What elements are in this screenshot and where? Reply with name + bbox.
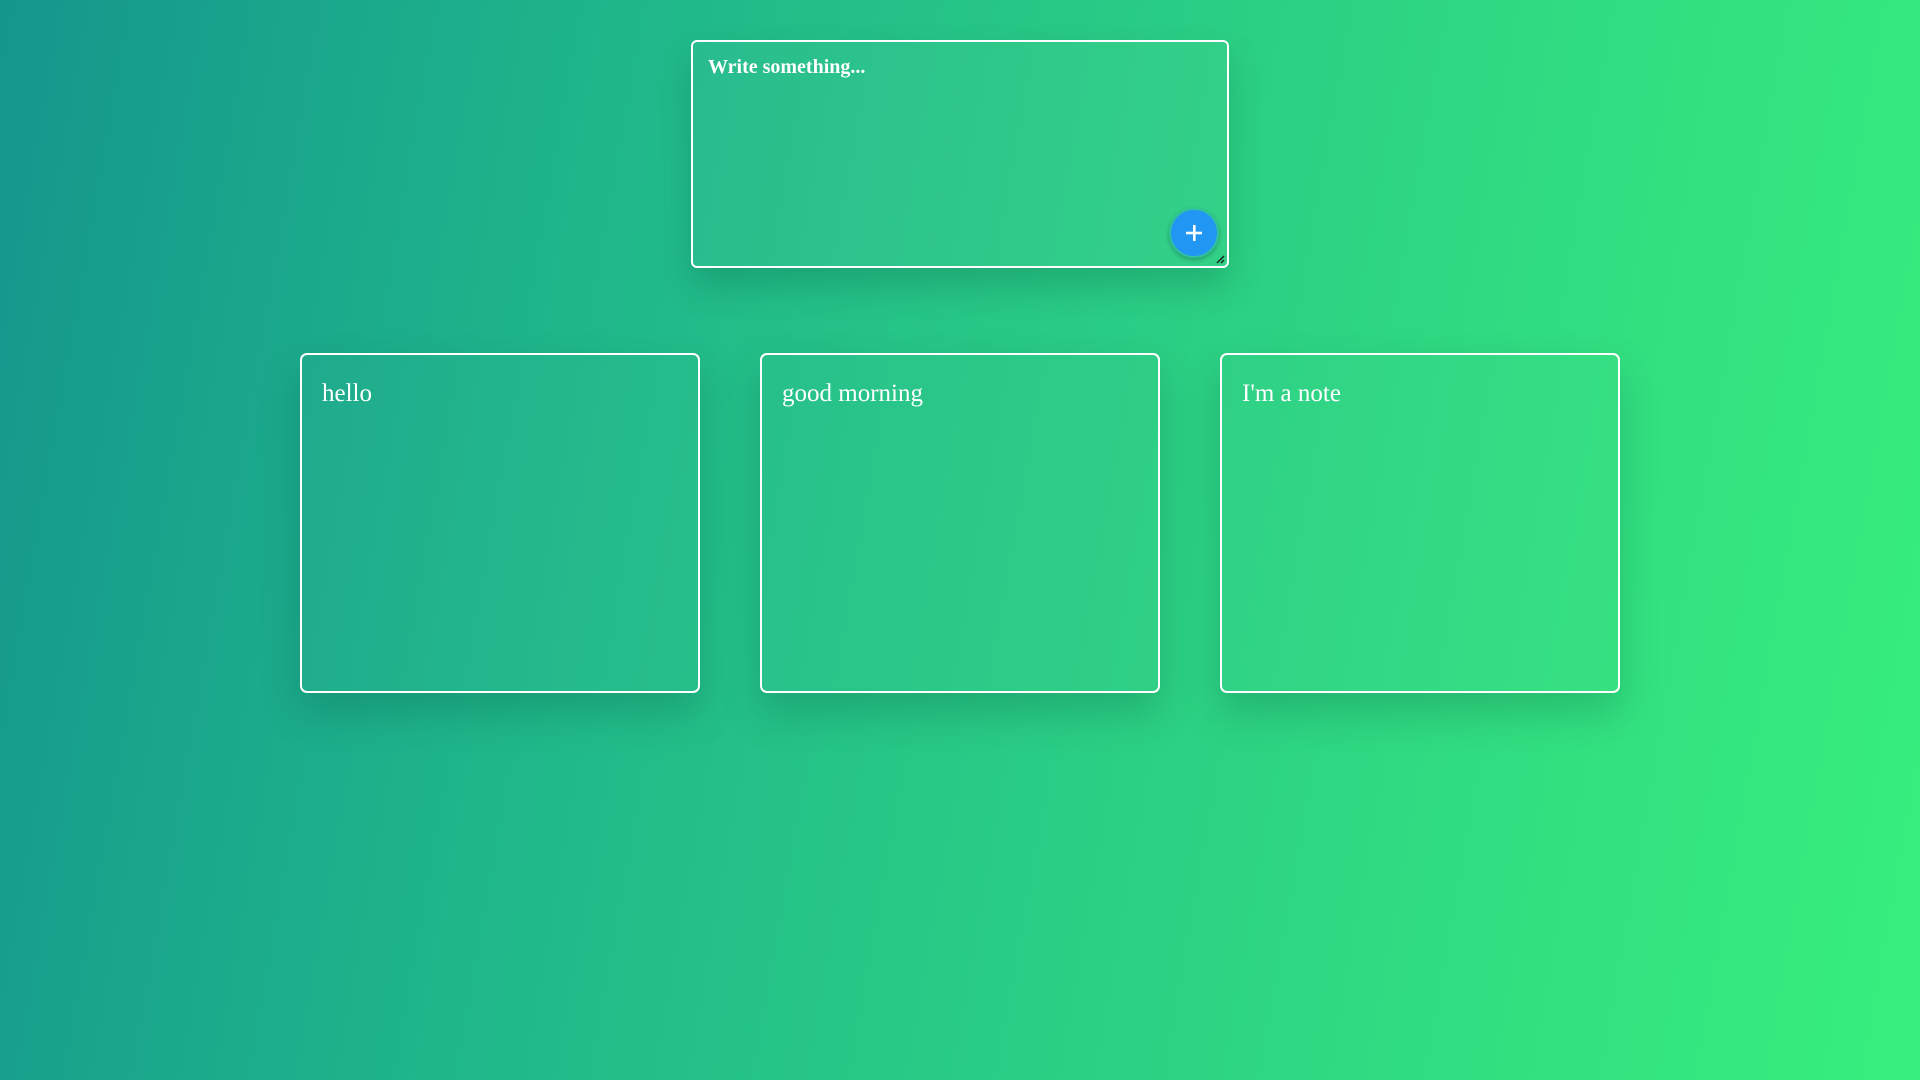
note-card[interactable]: good morning (760, 353, 1160, 693)
note-card[interactable]: I'm a note (1220, 353, 1620, 693)
notes-grid: hello good morning I'm a note (300, 353, 1620, 693)
plus-icon (1186, 225, 1202, 241)
note-input[interactable] (693, 42, 1227, 266)
resize-handle-icon[interactable] (1215, 254, 1225, 264)
add-note-button[interactable] (1169, 208, 1219, 258)
note-text: I'm a note (1242, 380, 1341, 407)
note-text: good morning (782, 380, 923, 407)
note-text: hello (322, 380, 372, 407)
note-card[interactable]: hello (300, 353, 700, 693)
note-composer (691, 40, 1229, 268)
